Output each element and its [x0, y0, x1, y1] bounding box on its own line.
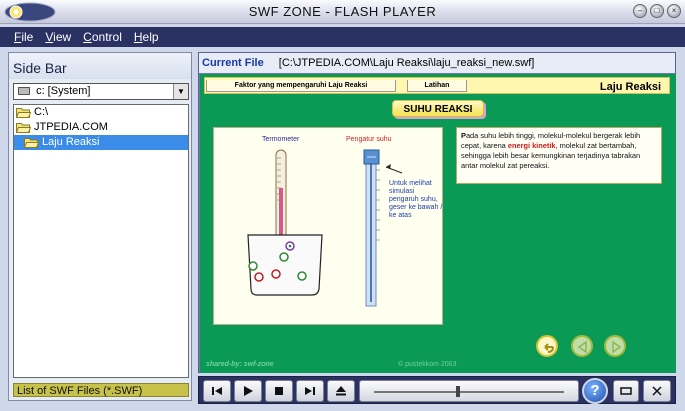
menu-control[interactable]: Control: [77, 30, 128, 44]
open-folder-icon: [23, 137, 40, 148]
menu-file[interactable]: File: [8, 30, 39, 44]
temperature-slider[interactable]: [363, 149, 403, 307]
tree-item-jtpedia[interactable]: JTPEDIA.COM: [14, 120, 188, 135]
open-folder-icon: [15, 122, 32, 133]
tree-item-laju-reaksi[interactable]: Laju Reaksi: [14, 135, 188, 150]
slider-hint: Untuk melihat simulasi pengaruh suhu, ge…: [389, 180, 443, 219]
drive-icon: [18, 87, 30, 95]
copyright-text: © pustekkom 2003: [398, 361, 457, 368]
sidebar: Side Bar c: [System] ▼ C:\ JTPEDIA.COM L…: [8, 52, 192, 401]
seek-track: [374, 391, 564, 393]
minimize-icon[interactable]: –: [633, 4, 647, 18]
previous-button[interactable]: [571, 335, 593, 357]
tab-latihan[interactable]: Latihan: [407, 80, 467, 92]
sidebar-title: Side Bar: [9, 53, 191, 79]
close-icon[interactable]: ×: [667, 4, 681, 18]
title-bar: SWF ZONE - FLASH PLAYER – □ ×: [0, 0, 685, 24]
maximize-icon[interactable]: □: [650, 4, 664, 18]
section-title: Laju Reaksi: [599, 81, 661, 93]
back-arrow-icon: [544, 343, 554, 353]
window-title: SWF ZONE - FLASH PLAYER: [248, 4, 437, 19]
beaker-icon: [247, 234, 323, 296]
next-button[interactable]: [604, 335, 626, 357]
simulation-panel: Termometer Pengatur suhu Untuk melihat s…: [213, 127, 443, 325]
seek-knob[interactable]: [456, 386, 460, 397]
tab-faktor[interactable]: Faktor yang mempengaruhi Laju Reaksi: [206, 80, 396, 92]
play-icon[interactable]: [234, 380, 262, 402]
open-folder-icon: [15, 107, 32, 118]
player-controls: ?: [198, 376, 676, 404]
menu-view[interactable]: View: [39, 30, 77, 44]
close-player-icon[interactable]: [643, 380, 671, 402]
flash-stage[interactable]: Faktor yang mempengaruhi Laju Reaksi Lat…: [200, 74, 676, 373]
home-back-button[interactable]: [536, 335, 558, 357]
help-icon[interactable]: ?: [582, 378, 608, 404]
eject-icon[interactable]: [327, 380, 355, 402]
arrow-left-icon: [577, 340, 587, 354]
stop-icon[interactable]: [265, 380, 293, 402]
restore-window-icon[interactable]: [613, 380, 639, 402]
seek-bar[interactable]: [359, 380, 579, 402]
suhu-reaksi-heading: SUHU REAKSI: [392, 100, 484, 117]
menu-help[interactable]: Help: [128, 30, 165, 44]
temperature-control-label: Pengatur suhu: [346, 136, 392, 143]
current-file-label: Current File: [202, 57, 264, 69]
shared-by-text: shared-by: swf-zone: [206, 361, 274, 368]
arrow-right-icon: [612, 340, 622, 354]
next-icon[interactable]: [296, 380, 324, 402]
swf-tab-bar: Faktor yang mempengaruhi Laju Reaksi Lat…: [204, 77, 670, 94]
chevron-down-icon[interactable]: ▼: [173, 84, 188, 99]
folder-tree: C:\ JTPEDIA.COM Laju Reaksi: [13, 104, 189, 378]
prev-icon[interactable]: [203, 380, 231, 402]
thermometer-label: Termometer: [262, 136, 300, 143]
main-panel: Current File [C:\JTPEDIA.COM\Laju Reaksi…: [198, 52, 676, 373]
menu-bar: File View Control Help: [0, 27, 685, 47]
tree-item-c[interactable]: C:\: [14, 105, 188, 120]
explanation-text: Pada suhu lebih tinggi, molekul-molekul …: [456, 127, 662, 184]
current-file-bar: Current File [C:\JTPEDIA.COM\Laju Reaksi…: [199, 53, 675, 73]
drive-select[interactable]: c: [System] ▼: [13, 83, 189, 100]
drive-value: c: [System]: [36, 85, 91, 97]
current-file-path: [C:\JTPEDIA.COM\Laju Reaksi\laju_reaksi_…: [278, 57, 535, 69]
swf-file-list-caption: List of SWF Files (*.SWF): [13, 383, 189, 397]
